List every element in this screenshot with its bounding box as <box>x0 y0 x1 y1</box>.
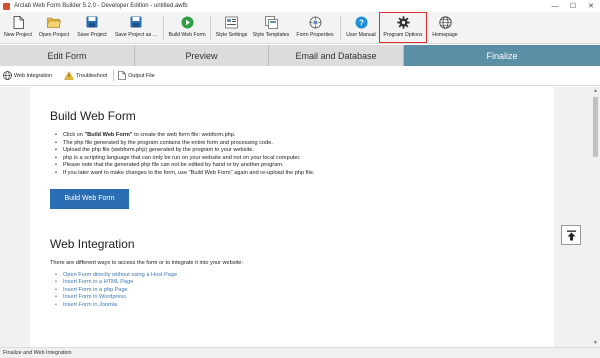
title-bar: Arclab Web Form Builder 5.2.0 - Develope… <box>0 0 600 12</box>
list-item: If you later want to make changes to the… <box>55 170 554 178</box>
status-bar: Finalize and Web Integration <box>0 347 600 358</box>
list-item: Click on "Build Web Form" to create the … <box>55 132 554 140</box>
web-integration-text: There are different ways to access the f… <box>50 259 243 266</box>
close-button[interactable]: ✕ <box>582 0 600 12</box>
web-integration-button[interactable]: Web Integration <box>3 71 52 80</box>
folder-open-icon <box>47 15 61 29</box>
save-icon <box>85 15 99 29</box>
subbar-separator <box>113 70 115 81</box>
finalize-page: Build Web Form Click on "Build Web Form"… <box>30 87 554 347</box>
web-integration-heading: Web Integration <box>50 236 135 251</box>
tab-finalize[interactable]: Finalize <box>404 45 600 66</box>
arrow-up-icon <box>566 230 576 240</box>
troubleshoot-button[interactable]: Troubleshoot <box>64 71 107 80</box>
scroll-down-icon[interactable]: ▼ <box>592 340 599 346</box>
new-project-button[interactable]: New Project <box>1 12 35 43</box>
link-insert-joomla[interactable]: Insert Form in Joomla <box>55 302 554 310</box>
save-as-icon <box>129 15 143 29</box>
form-properties-button[interactable]: Form Properties <box>292 12 338 43</box>
homepage-button[interactable]: Homepage <box>427 12 463 43</box>
save-project-as-button[interactable]: Save Project as ... <box>111 12 161 43</box>
web-integration-label: Web Integration <box>14 72 52 79</box>
link-open-form-directly[interactable]: Open Form directly without using a Host … <box>55 272 554 280</box>
file-icon <box>118 71 127 80</box>
help-icon: ? <box>354 15 368 29</box>
scroll-up-icon[interactable]: ▲ <box>592 88 599 94</box>
build-web-form-heading: Build Web Form <box>50 109 136 123</box>
program-options-button[interactable]: Program Options <box>379 12 427 43</box>
build-instructions-list: Click on "Build Web Form" to create the … <box>55 132 554 178</box>
tab-email-and-database[interactable]: Email and Database <box>269 45 404 66</box>
list-item: Upload the php file (webform.php) genera… <box>55 147 554 155</box>
web-integration-links: Open Form directly without using a Host … <box>55 272 554 310</box>
toolbar: New Project Open Project Save Project Sa… <box>0 12 600 44</box>
scroll-to-top-button[interactable] <box>561 225 581 245</box>
gear-icon <box>396 15 410 29</box>
window-title: Arclab Web Form Builder 5.2.0 - Develope… <box>14 3 188 9</box>
vertical-scrollbar[interactable]: ▲ ▼ <box>591 87 600 347</box>
link-insert-html-page[interactable]: Insert Form in a HTML Page <box>55 279 554 287</box>
save-project-button[interactable]: Save Project <box>73 12 111 43</box>
output-file-button[interactable]: Output File <box>118 71 155 80</box>
user-manual-button[interactable]: ? User Manual <box>343 12 379 43</box>
toolbar-separator <box>163 16 164 40</box>
list-item: php is a scripting language that can onl… <box>55 155 554 163</box>
properties-icon <box>308 15 322 29</box>
finalize-subtoolbar: Web Integration Troubleshoot Output File <box>0 66 600 86</box>
style-settings-icon <box>225 15 239 29</box>
tab-edit-form[interactable]: Edit Form <box>0 45 135 66</box>
link-insert-wordpress[interactable]: Insert Form in Wordpress <box>55 294 554 302</box>
build-web-form-toolbar-button[interactable]: Build Web Form <box>166 12 208 43</box>
main-tabs: Edit Form Preview Email and Database Fin… <box>0 45 600 66</box>
style-templates-button[interactable]: Style Templates <box>250 12 292 43</box>
templates-icon <box>264 15 278 29</box>
open-project-button[interactable]: Open Project <box>35 12 73 43</box>
output-file-label: Output File <box>128 72 155 79</box>
troubleshoot-label: Troubleshoot <box>75 72 108 79</box>
play-icon <box>180 15 194 29</box>
list-item: The php file generated by the program co… <box>55 140 554 148</box>
warning-icon <box>64 71 74 80</box>
scrollbar-thumb[interactable] <box>593 97 598 157</box>
svg-text:?: ? <box>359 18 364 27</box>
style-settings-button[interactable]: Style Settings <box>213 12 250 43</box>
tab-preview[interactable]: Preview <box>135 45 269 66</box>
build-web-form-button[interactable]: Build Web Form <box>50 188 129 209</box>
globe-icon <box>438 15 452 29</box>
link-insert-php-page[interactable]: Insert Form in a php Page <box>55 287 554 295</box>
globe-icon <box>3 71 12 80</box>
new-document-icon <box>11 15 25 29</box>
toolbar-separator <box>340 16 341 40</box>
minimize-button[interactable]: — <box>546 0 564 12</box>
toolbar-separator <box>210 16 211 40</box>
list-item: Please note that the generated php file … <box>55 162 554 170</box>
app-icon <box>3 2 10 10</box>
maximize-button[interactable]: ☐ <box>564 0 582 12</box>
content-area: Build Web Form Click on "Build Web Form"… <box>0 87 600 347</box>
